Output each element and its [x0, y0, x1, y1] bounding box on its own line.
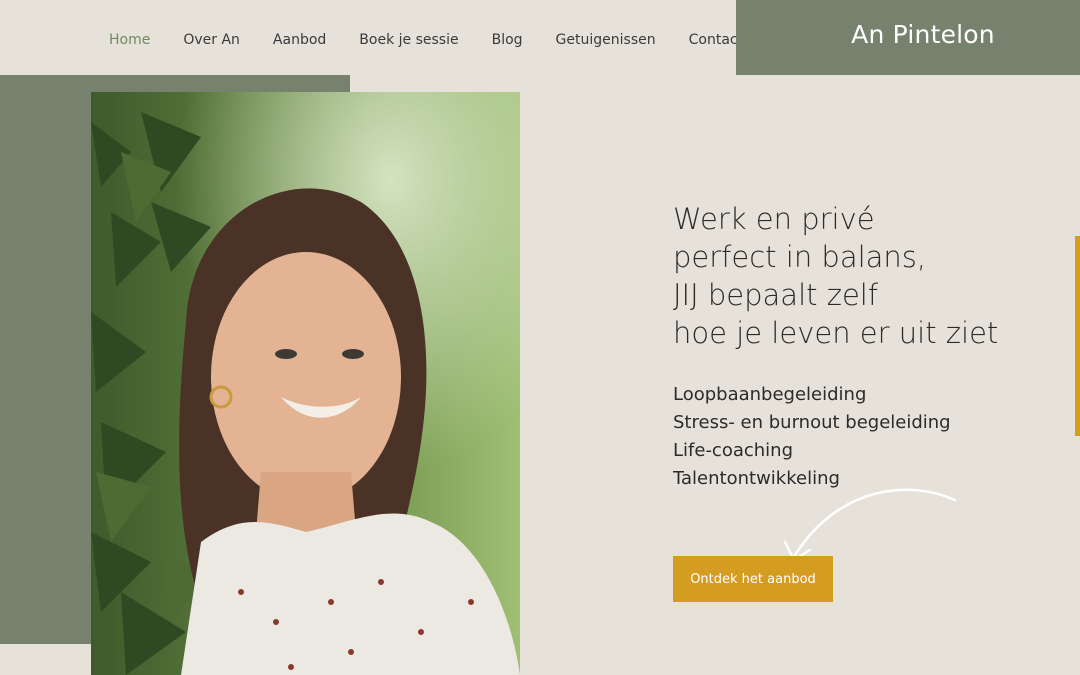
nav-aanbod[interactable]: Aanbod [273, 32, 326, 48]
nav-contact[interactable]: Contact [689, 32, 743, 48]
services-list: Loopbaanbegeleiding Stress- en burnout b… [673, 381, 993, 493]
service-item: Loopbaanbegeleiding [673, 384, 867, 405]
nav-getuigenissen[interactable]: Getuigenissen [556, 32, 656, 48]
hero-photo [91, 92, 520, 675]
nav-boek-je-sessie[interactable]: Boek je sessie [359, 32, 458, 48]
brand-logo[interactable]: An Pintelon [736, 0, 1080, 75]
main-nav: Home Over An Aanbod Boek je sessie Blog … [0, 0, 743, 75]
headline-line: hoe je leven er uit ziet [673, 316, 999, 350]
service-item: Life-coaching [673, 440, 794, 461]
headline-line: perfect in balans, [673, 240, 927, 274]
headline-line: JIJ bepaalt zelf [673, 278, 879, 312]
headline-line: Werk en privé [673, 202, 875, 236]
cta-ontdek-aanbod-button[interactable]: Ontdek het aanbod [673, 556, 833, 602]
brand-name: An Pintelon [851, 20, 995, 49]
nav-home[interactable]: Home [109, 32, 150, 48]
nav-over-an[interactable]: Over An [183, 32, 240, 48]
service-item: Stress- en burnout begeleiding [673, 412, 951, 433]
side-accent-bar [1075, 236, 1080, 436]
nav-blog[interactable]: Blog [492, 32, 523, 48]
hero-headline: Werk en privé perfect in balans, JIJ bep… [673, 200, 1033, 352]
